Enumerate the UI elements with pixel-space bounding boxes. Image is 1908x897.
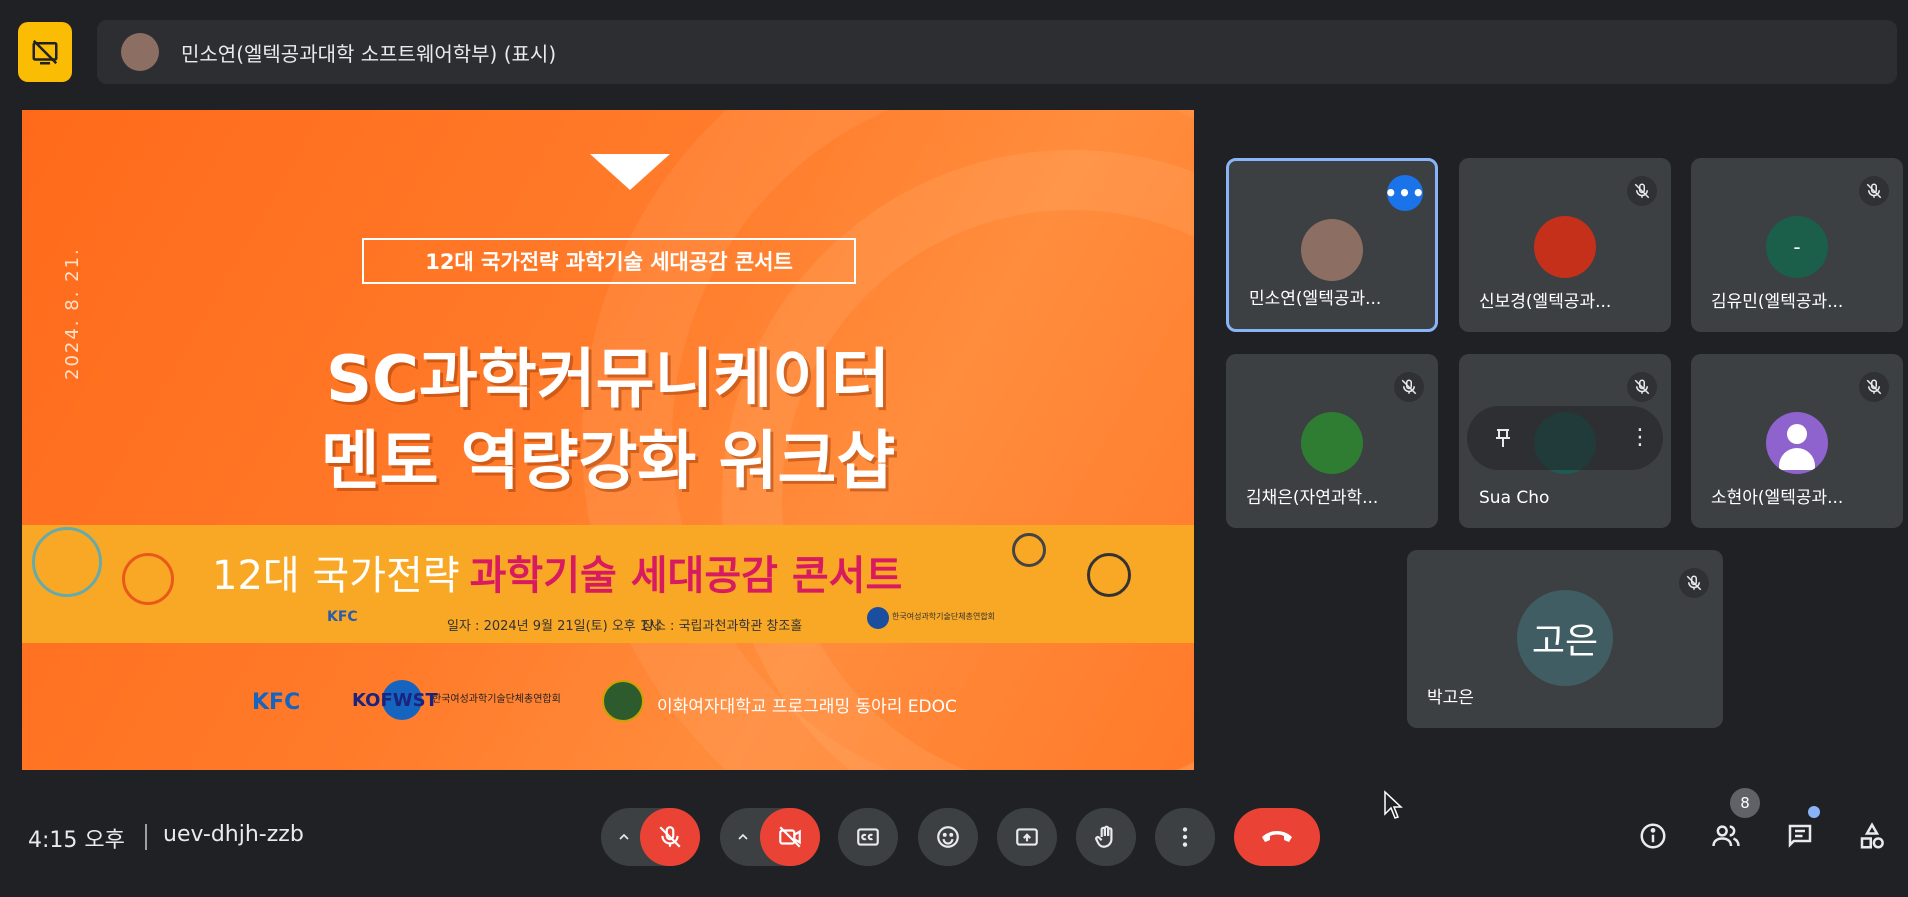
atom-icon (122, 553, 174, 605)
participant-tile[interactable]: ••• 민소연(엘텍공과... (1226, 158, 1438, 332)
activities-icon (1860, 822, 1884, 849)
slide-box-title: 12대 국가전략 과학기술 세대공감 콘서트 (362, 238, 856, 284)
more-options-icon[interactable]: ••• (1384, 175, 1425, 211)
person-icon-head (1787, 424, 1807, 444)
slide-banner: 12대 국가전략 과학기술 세대공감 콘서트 KFC 일자 : 2024년 9월 … (22, 525, 1194, 643)
presenter-label: 민소연(엘텍공과대학 소프트웨어학부) (표시) (181, 41, 557, 66)
camera-toggle-button[interactable] (760, 808, 820, 866)
present-off-icon (32, 39, 58, 65)
emoji-icon (937, 826, 959, 848)
info-icon (1640, 823, 1666, 849)
chat-icon (1788, 824, 1812, 848)
participant-name: 민소연(엘텍공과... (1249, 289, 1382, 309)
chat-button[interactable] (1780, 816, 1820, 856)
banner-highlight: 과학기술 세대공감 콘서트 (469, 553, 903, 599)
participant-name: 김채은(자연과학... (1246, 488, 1379, 508)
present-button[interactable] (997, 808, 1057, 866)
more-options-button[interactable] (1155, 808, 1215, 866)
participant-name: Sua Cho (1479, 488, 1550, 508)
people-button[interactable] (1706, 816, 1746, 856)
call-end-icon (1262, 831, 1292, 842)
mic-off-icon (1627, 176, 1657, 206)
participant-tile[interactable]: 소현아(엘텍공과... (1691, 354, 1903, 528)
slide-triangle (590, 154, 670, 190)
avatar (1301, 219, 1363, 281)
mic-toggle-button[interactable] (640, 808, 700, 866)
kofwst-small-text: 한국여성과학기술단체총연합회 (892, 612, 996, 621)
edoc-label: 이화여자대학교 프로그래밍 동아리 EDOC (657, 697, 957, 717)
camera-off-icon (779, 826, 801, 848)
kofwst-logo-small (867, 607, 889, 629)
divider (145, 824, 147, 850)
reactions-button[interactable] (918, 808, 978, 866)
raise-hand-button[interactable] (1076, 808, 1136, 866)
participant-name: 김유민(엘텍공과... (1711, 292, 1844, 312)
mic-off-icon (659, 826, 681, 848)
banner-date: 일자 : 2024년 9월 21일(토) 오후 1시 (447, 619, 661, 634)
lightbulb-icon (1087, 553, 1131, 597)
presenter-avatar (121, 33, 159, 71)
participant-tile[interactable]: 김채은(자연과학... (1226, 354, 1438, 528)
participant-count-badge: 8 (1730, 788, 1760, 818)
slide-title-line1: SC과학커뮤니케이터 (325, 343, 891, 417)
presentation-badge[interactable] (18, 22, 72, 82)
mic-off-icon (1859, 372, 1889, 402)
slide-title-line2: 멘토 역량강화 워크샵 (320, 425, 896, 499)
presenter-bar: 민소연(엘텍공과대학 소프트웨어학부) (표시) (97, 20, 1897, 84)
magnifier-icon (1012, 533, 1046, 567)
meeting-code: uev-dhjh-zzb (163, 822, 304, 847)
participant-tile[interactable]: - 김유민(엘텍공과... (1691, 158, 1903, 332)
banner-prefix: 12대 국가전략 (212, 553, 460, 599)
kfc-logo: KFC (252, 690, 301, 715)
closed-captions-icon (857, 828, 879, 846)
meet-window: 민소연(엘텍공과대학 소프트웨어학부) (표시) 2024. 8. 21. 12… (0, 0, 1908, 897)
kfc-logo-small: KFC (327, 609, 358, 625)
more-vert-icon (1182, 827, 1188, 847)
avatar (1534, 216, 1596, 278)
participant-tile[interactable]: 고은 박고은 (1407, 550, 1723, 728)
chat-notification-dot (1808, 806, 1820, 818)
banner-title: 12대 국가전략 과학기술 세대공감 콘서트 (212, 543, 902, 601)
hand-icon (1095, 825, 1113, 848)
participant-name: 소현아(엘텍공과... (1711, 488, 1844, 508)
participant-tile[interactable]: ⋮ Sua Cho (1459, 354, 1671, 528)
mouse-cursor-icon (1383, 790, 1403, 820)
mic-off-icon (1679, 568, 1709, 598)
avatar: 고은 (1517, 590, 1613, 686)
participant-name: 신보경(엘텍공과... (1479, 292, 1612, 312)
captions-button[interactable] (838, 808, 898, 866)
avatar (1301, 412, 1363, 474)
mic-off-icon (1859, 176, 1889, 206)
chevron-up-icon[interactable] (613, 826, 635, 848)
more-vert-icon[interactable]: ⋮ (1629, 426, 1651, 450)
ewha-emblem (602, 680, 644, 722)
globe-icon (32, 527, 102, 597)
meeting-details-button[interactable] (1633, 816, 1673, 856)
mic-off-icon (1627, 372, 1657, 402)
clock: 4:15 오후 (28, 828, 125, 853)
participant-tile[interactable]: 신보경(엘텍공과... (1459, 158, 1671, 332)
kofwst-logo: KOFWST (352, 690, 438, 711)
activities-button[interactable] (1852, 816, 1892, 856)
leave-call-button[interactable] (1234, 808, 1320, 866)
mic-off-icon (1394, 372, 1424, 402)
slide-logos: KFC KOFWST 한국여성과학기술단체총연합회 이화여자대학교 프로그래밍 … (22, 678, 1194, 738)
chevron-up-icon[interactable] (732, 826, 754, 848)
shared-screen: 2024. 8. 21. 12대 국가전략 과학기술 세대공감 콘서트 SC과학… (22, 110, 1194, 770)
kofwst-logo-text: 한국여성과학기술단체총연합회 (432, 694, 561, 705)
person-icon-body (1779, 448, 1815, 470)
avatar: - (1766, 216, 1828, 278)
present-screen-icon (1016, 828, 1038, 846)
avatar (1766, 412, 1828, 474)
people-icon (1712, 825, 1740, 847)
pin-icon[interactable] (1491, 426, 1515, 450)
participant-name: 박고은 (1427, 688, 1474, 708)
banner-place: 장소 : 국립과천과학관 창조홀 (642, 619, 803, 634)
